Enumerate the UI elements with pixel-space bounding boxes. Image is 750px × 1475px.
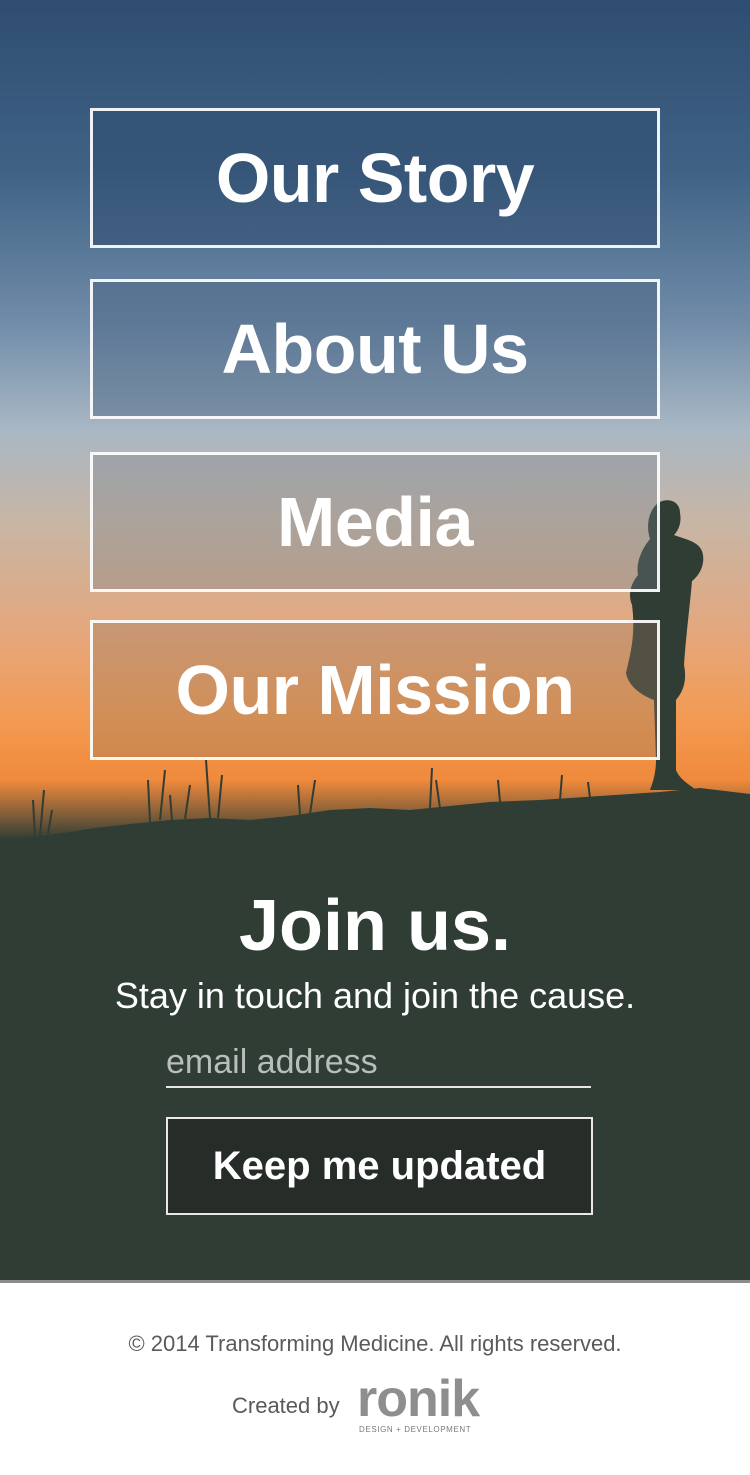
join-heading: Join us.	[238, 886, 512, 966]
created-by-label: Created by	[232, 1393, 340, 1418]
nav-about-us-button[interactable]: About Us	[90, 279, 660, 419]
copyright-text: © 2014 Transforming Medicine. All rights…	[128, 1331, 622, 1356]
keep-me-updated-button[interactable]: Keep me updated	[166, 1117, 593, 1215]
footer: © 2014 Transforming Medicine. All rights…	[0, 1283, 750, 1475]
nav-our-story-button[interactable]: Our Story	[90, 108, 660, 248]
email-input[interactable]	[166, 1038, 591, 1088]
nav-media-button[interactable]: Media	[90, 452, 660, 592]
join-subtitle: Stay in touch and join the cause.	[114, 975, 636, 1016]
ronik-logo[interactable]: ronik	[357, 1373, 480, 1425]
ronik-logo-tagline: DESIGN + DEVELOPMENT	[359, 1425, 472, 1434]
nav-our-mission-button[interactable]: Our Mission	[90, 620, 660, 760]
